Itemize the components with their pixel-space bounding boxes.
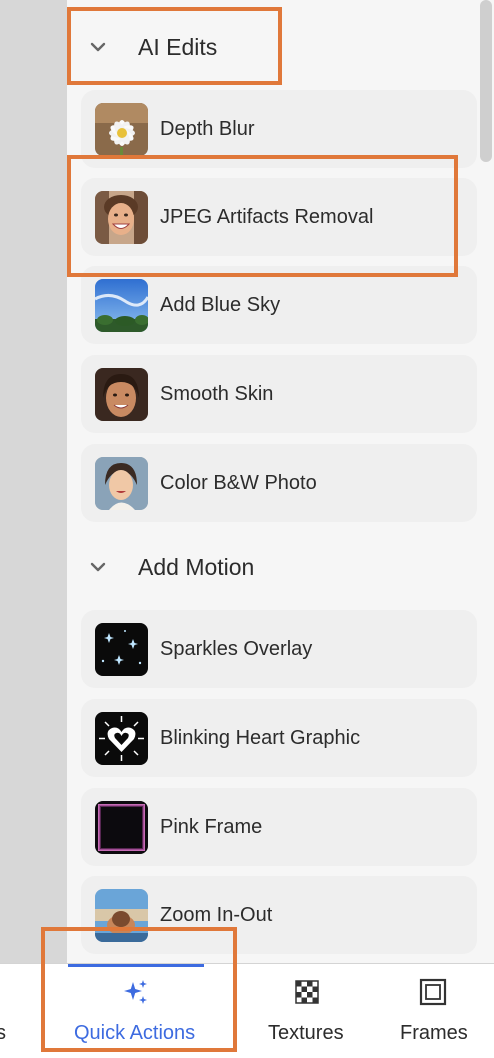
pink-frame-thumbnail [95, 801, 148, 854]
section-title: Add Motion [138, 553, 255, 580]
tab-textures[interactable]: Textures [260, 964, 356, 1058]
action-jpeg-artifacts-removal[interactable]: JPEG Artifacts Removal [81, 178, 477, 256]
action-label: Color B&W Photo [160, 472, 317, 494]
heart-thumbnail [95, 712, 148, 765]
action-pink-frame[interactable]: Pink Frame [81, 788, 477, 866]
quick-actions-panel: AI Edits Depth Blur JPEG Artifacts Remov… [67, 0, 494, 963]
left-gutter [0, 0, 67, 963]
tab-label: s [0, 1022, 6, 1044]
action-label: Smooth Skin [160, 383, 274, 405]
tab-partial[interactable]: s [0, 964, 40, 1058]
tab-label: Quick Actions [74, 1022, 196, 1044]
action-color-bw-photo[interactable]: Color B&W Photo [81, 444, 477, 522]
section-title: AI Edits [138, 33, 218, 60]
action-label: Pink Frame [160, 816, 263, 838]
sparkles-thumbnail [95, 623, 148, 676]
daisy-thumbnail [95, 103, 148, 156]
action-label: Zoom In-Out [160, 904, 273, 926]
frame-icon [418, 977, 448, 1007]
chevron-down-icon[interactable] [89, 558, 107, 576]
tab-label: Textures [268, 1022, 344, 1044]
chevron-down-icon[interactable] [89, 38, 107, 56]
action-blinking-heart-graphic[interactable]: Blinking Heart Graphic [81, 699, 477, 777]
portrait-thumbnail [95, 368, 148, 421]
scrollbar[interactable] [480, 0, 492, 963]
blue-sky-thumbnail [95, 279, 148, 332]
checkerboard-icon [292, 977, 322, 1007]
smiling-woman-thumbnail [95, 191, 148, 244]
action-label: Add Blue Sky [160, 294, 281, 316]
tab-frames[interactable]: Frames [394, 964, 476, 1058]
tab-label: Frames [400, 1022, 468, 1044]
action-sparkles-overlay[interactable]: Sparkles Overlay [81, 610, 477, 688]
action-label: JPEG Artifacts Removal [160, 206, 374, 228]
action-label: Sparkles Overlay [160, 638, 313, 660]
section-header-ai-edits[interactable]: AI Edits [67, 22, 479, 72]
sparkle-icon [120, 977, 150, 1007]
action-add-blue-sky[interactable]: Add Blue Sky [81, 266, 477, 344]
action-zoom-in-out[interactable]: Zoom In-Out [81, 876, 477, 954]
bottom-tab-bar: s Quick Actions Textures Frames [0, 963, 494, 1058]
zoom-photo-thumbnail [95, 889, 148, 942]
vintage-portrait-thumbnail [95, 457, 148, 510]
action-label: Blinking Heart Graphic [160, 727, 361, 749]
action-depth-blur[interactable]: Depth Blur [81, 90, 477, 168]
scrollbar-thumb[interactable] [480, 0, 492, 162]
action-smooth-skin[interactable]: Smooth Skin [81, 355, 477, 433]
section-header-add-motion[interactable]: Add Motion [67, 542, 479, 592]
tab-quick-actions[interactable]: Quick Actions [68, 964, 204, 1058]
action-label: Depth Blur [160, 118, 255, 140]
